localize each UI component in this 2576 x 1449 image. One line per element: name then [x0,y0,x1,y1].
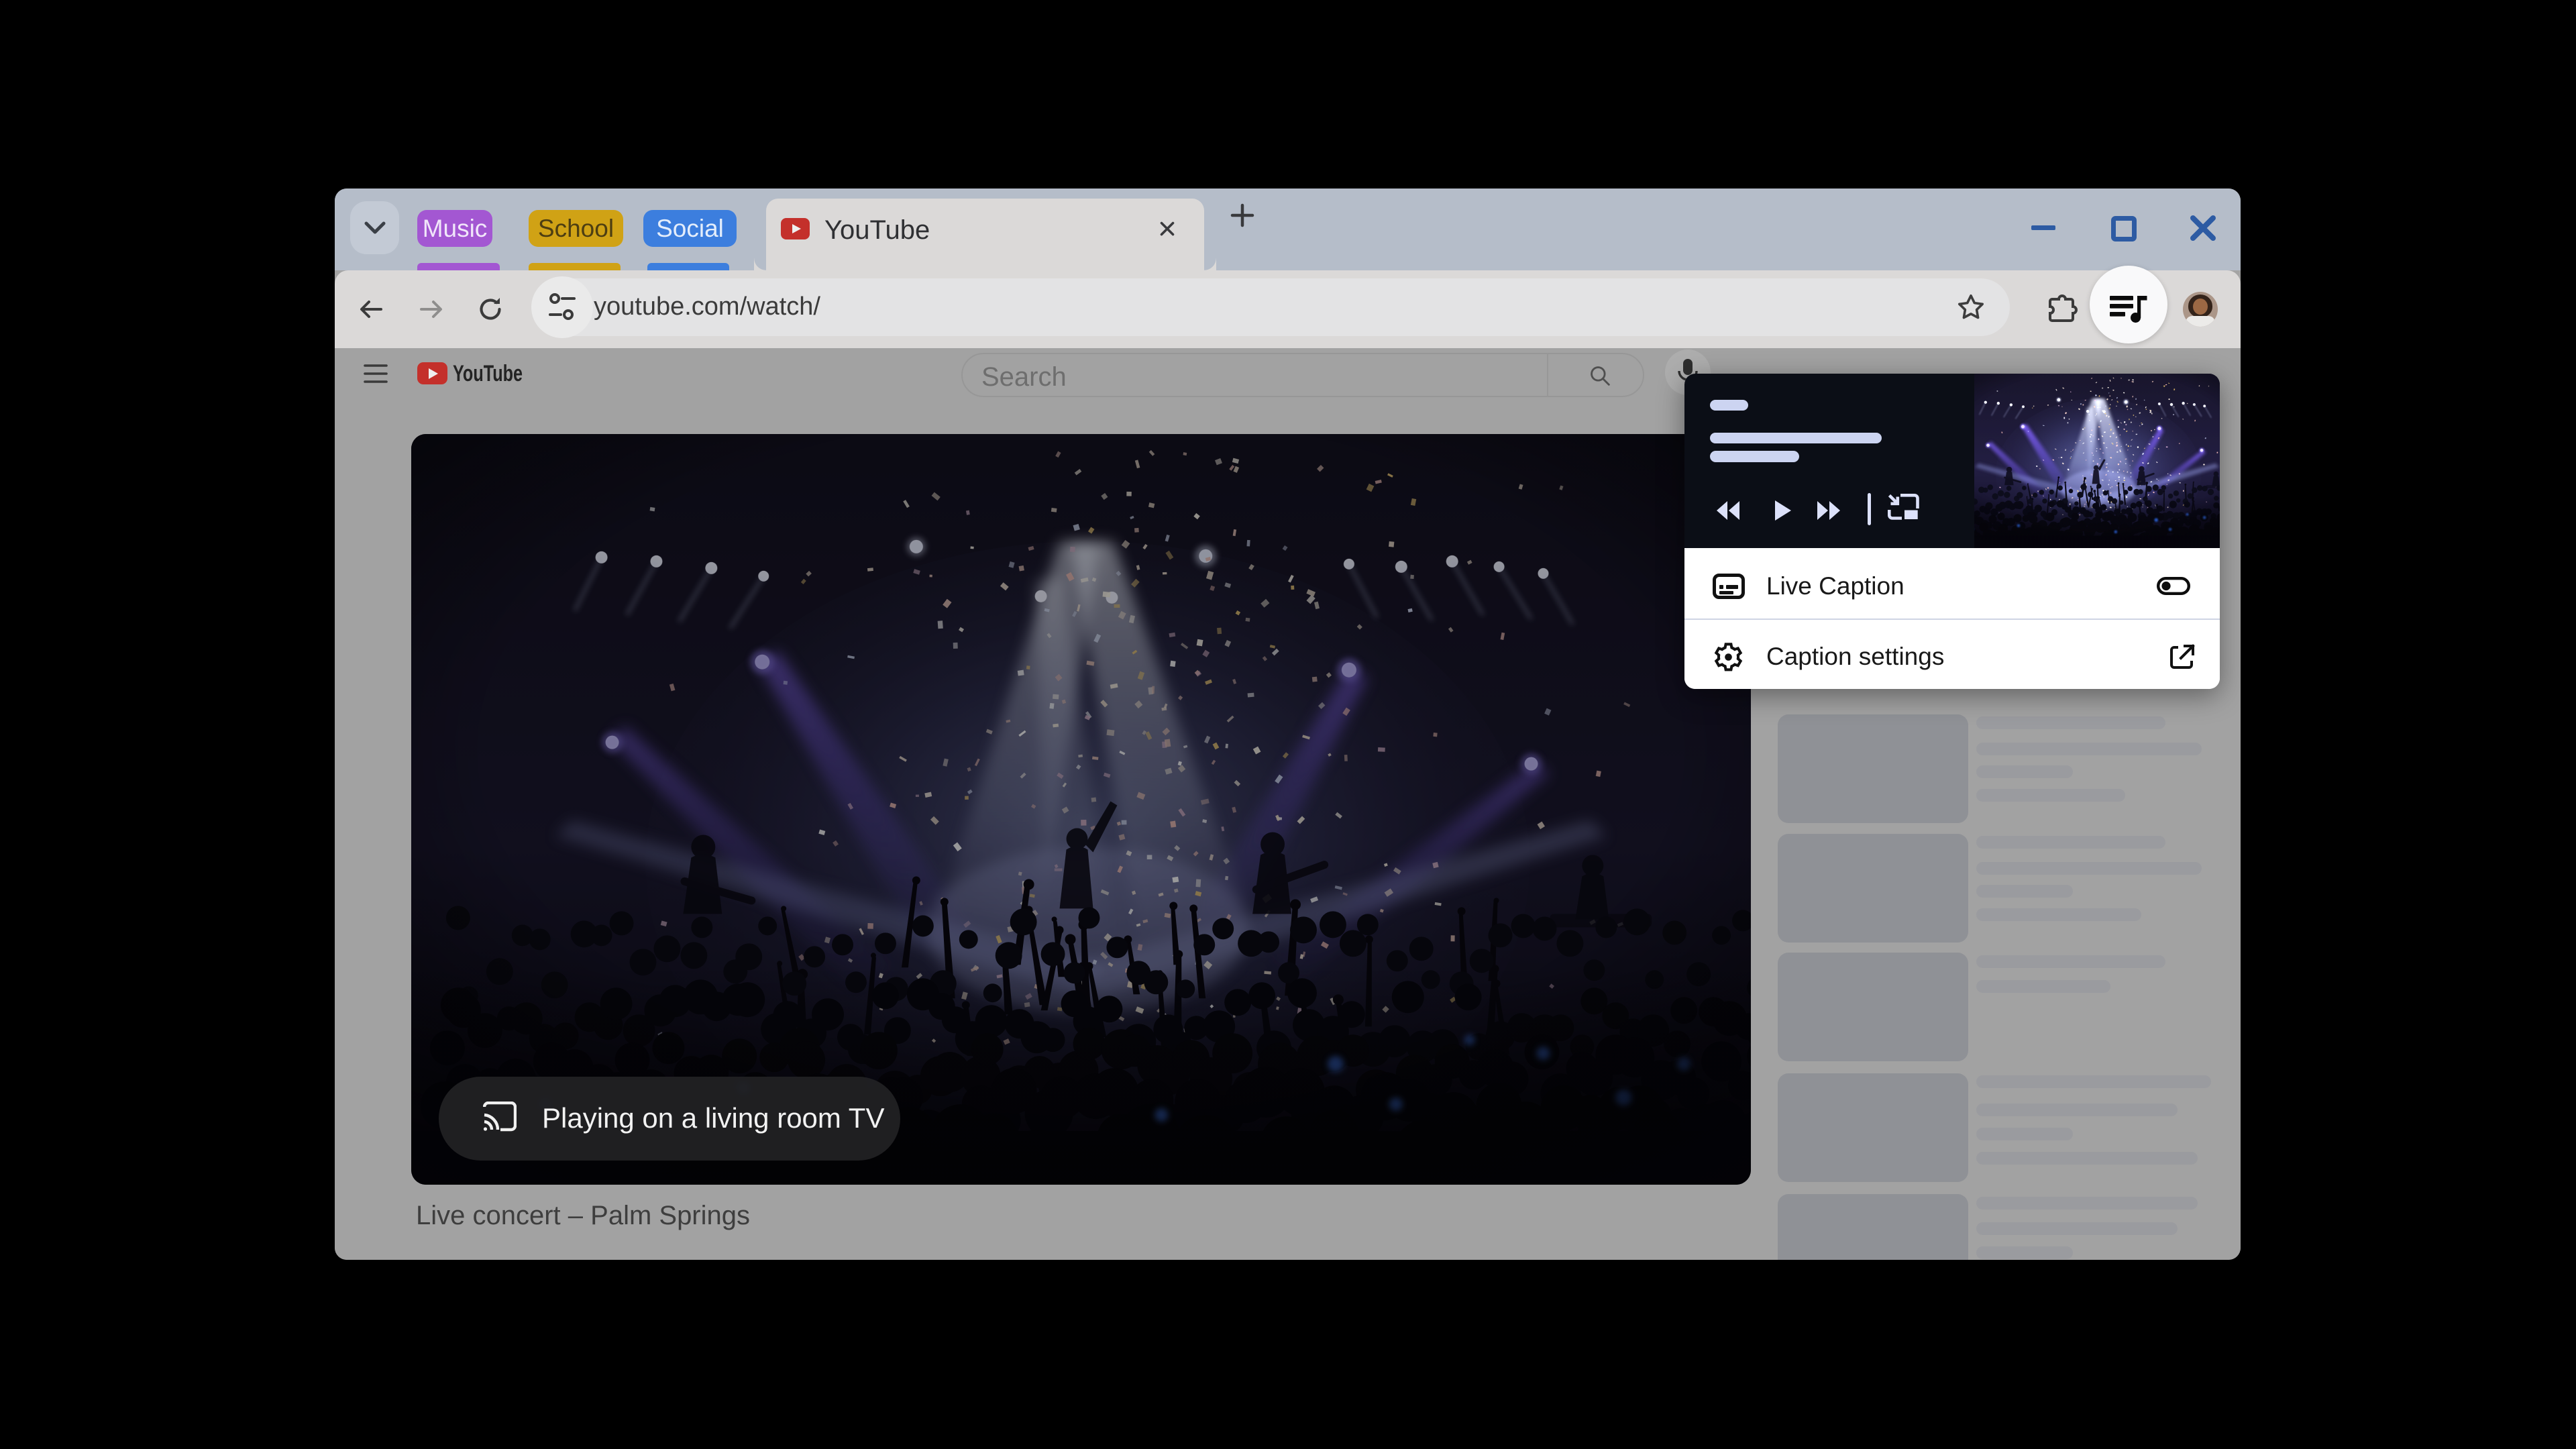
svg-text:YouTube: YouTube [453,361,523,386]
